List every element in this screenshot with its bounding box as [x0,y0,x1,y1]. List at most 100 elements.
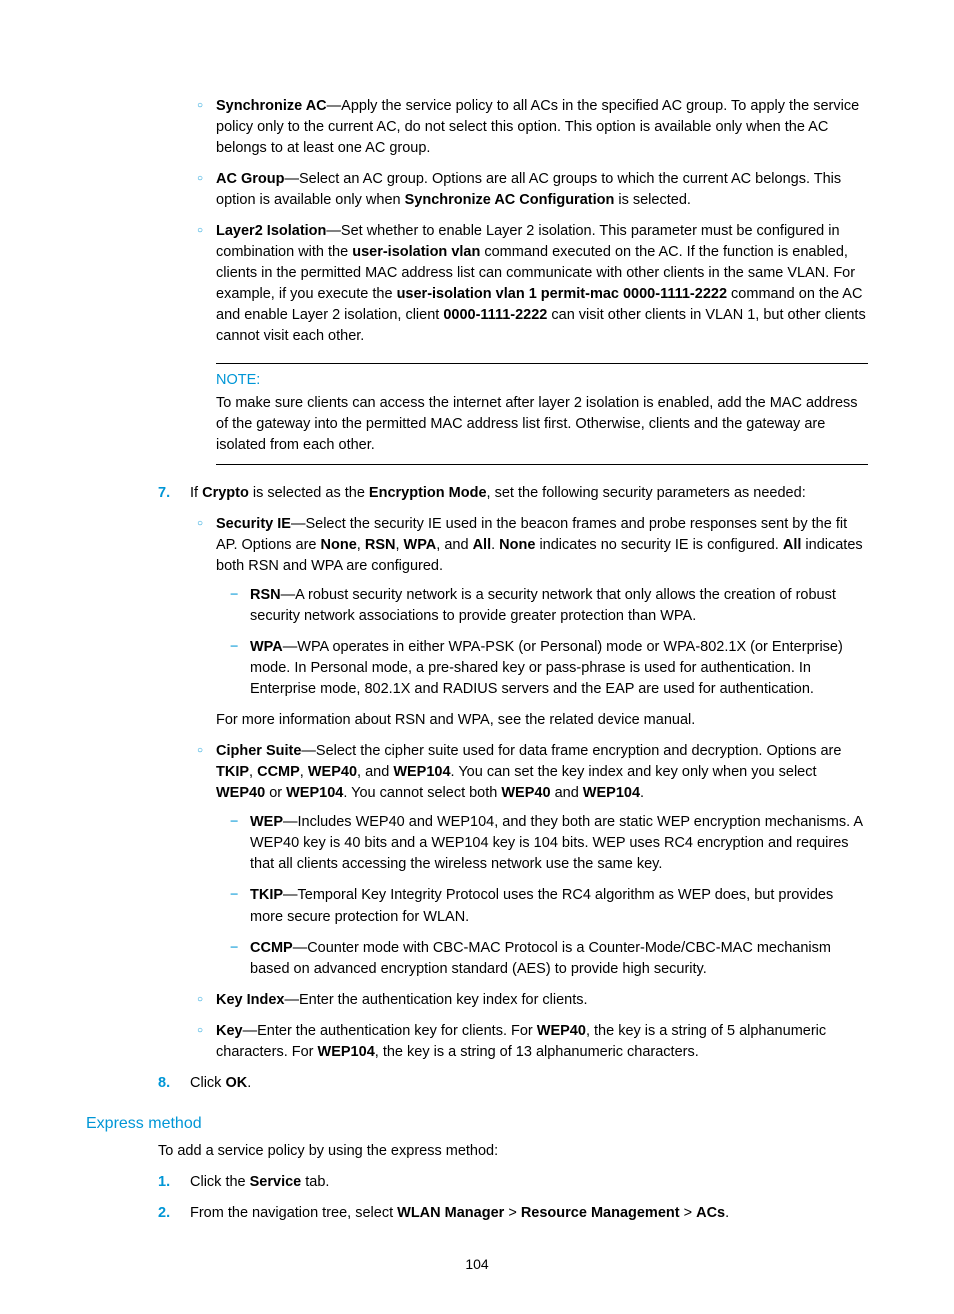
list-item: Layer2 Isolation—Set whether to enable L… [216,221,868,347]
body-text: , [249,764,257,780]
dash-list: RSN—A robust security network is a secur… [216,585,868,700]
inline-bold: WEP40 [501,785,550,801]
body-text: . [725,1205,729,1221]
step-number: 2. [158,1203,170,1224]
list-item-step-7: 7. If Crypto is selected as the Encrypti… [190,483,868,504]
list-item: WEP—Includes WEP40 and WEP104, and they … [250,812,868,875]
term-label: Synchronize AC [216,98,327,114]
body-text: —Select the cipher suite used for data f… [301,743,841,759]
list-item: TKIP—Temporal Key Integrity Protocol use… [250,885,868,927]
step-number: 7. [158,483,170,504]
inline-bold: OK [225,1075,247,1091]
term-label: Cipher Suite [216,743,301,759]
term-label: Layer2 Isolation [216,223,326,239]
body-text: From the navigation tree, select [190,1205,397,1221]
body-text: and [551,785,583,801]
inline-bold: WEP40 [308,764,357,780]
list-item: Security IE—Select the security IE used … [216,514,868,700]
body-text: tab. [301,1174,329,1190]
body-text: , and [436,537,472,553]
body-text: is selected. [614,192,691,208]
inline-bold: 0000-1111-2222 [443,307,547,323]
term-label: Security IE [216,516,291,532]
inline-bold: Encryption Mode [369,485,487,501]
inline-bold: WEP104 [393,764,450,780]
sub-bullet-list: Cipher Suite—Select the cipher suite use… [86,741,868,1062]
document-page: Synchronize AC—Apply the service policy … [0,0,954,1314]
body-paragraph: For more information about RSN and WPA, … [86,710,868,731]
inline-bold: None [321,537,357,553]
inline-bold: WEP40 [537,1023,586,1039]
inline-bold: WEP104 [286,785,343,801]
body-text: . [247,1075,251,1091]
list-item-step-8: 8. Click OK. [190,1073,868,1094]
body-text: —Counter mode with CBC-MAC Protocol is a… [250,940,831,977]
body-text: > [504,1205,521,1221]
body-text: . You can set the key index and key only… [451,764,817,780]
body-text: . You cannot select both [343,785,501,801]
section-heading-express-method: Express method [86,1112,868,1135]
list-item: WPA—WPA operates in either WPA-PSK (or P… [250,637,868,700]
inline-bold: WPA [404,537,437,553]
numbered-list: 1. Click the Service tab. 2. From the na… [86,1172,868,1224]
term-label: TKIP [250,887,283,903]
inline-bold: TKIP [216,764,249,780]
inline-bold: Resource Management [521,1205,680,1221]
body-text: Click [190,1075,225,1091]
body-text: —Enter the authentication key index for … [285,992,588,1008]
body-text: —A robust security network is a security… [250,587,836,624]
page-number: 104 [86,1254,868,1274]
term-label: CCMP [250,940,293,956]
term-label: Key Index [216,992,285,1008]
inline-bold: RSN [365,537,396,553]
dash-list: WEP—Includes WEP40 and WEP104, and they … [216,812,868,979]
note-callout: NOTE: To make sure clients can access th… [216,363,868,465]
inline-bold: WLAN Manager [397,1205,504,1221]
body-text: , [395,537,403,553]
term-label: RSN [250,587,281,603]
numbered-list: 8. Click OK. [86,1073,868,1094]
inline-bold: user-isolation vlan [352,244,480,260]
body-text: > [680,1205,697,1221]
term-label: AC Group [216,171,284,187]
body-text: . [640,785,644,801]
body-text: , and [357,764,393,780]
list-item: RSN—A robust security network is a secur… [250,585,868,627]
body-text: , [300,764,308,780]
body-text: —Includes WEP40 and WEP104, and they bot… [250,814,862,872]
numbered-list: 7. If Crypto is selected as the Encrypti… [86,483,868,504]
inline-bold: All [473,537,492,553]
list-item: Synchronize AC—Apply the service policy … [216,96,868,159]
list-item: CCMP—Counter mode with CBC-MAC Protocol … [250,938,868,980]
inline-bold: Crypto [202,485,249,501]
body-text: . [491,537,499,553]
inline-bold: None [499,537,535,553]
body-paragraph: To add a service policy by using the exp… [86,1141,868,1162]
list-item: Key Index—Enter the authentication key i… [216,990,868,1011]
body-text: , [357,537,365,553]
inline-bold: CCMP [257,764,300,780]
inline-bold: WEP40 [216,785,265,801]
list-item: Key—Enter the authentication key for cli… [216,1021,868,1063]
list-item: AC Group—Select an AC group. Options are… [216,169,868,211]
body-text: —Temporal Key Integrity Protocol uses th… [250,887,833,924]
sub-bullet-list: Security IE—Select the security IE used … [86,514,868,700]
inline-bold: WEP104 [583,785,640,801]
inline-bold: Synchronize AC Configuration [405,192,615,208]
inline-bold: WEP104 [318,1044,375,1060]
list-item: Cipher Suite—Select the cipher suite use… [216,741,868,979]
body-text: , set the following security parameters … [487,485,806,501]
body-text: indicates no security IE is configured. [535,537,782,553]
inline-bold: Service [250,1174,302,1190]
note-title: NOTE: [216,370,868,391]
inline-bold: user-isolation vlan 1 permit-mac 0000-11… [397,286,727,302]
body-text: —Enter the authentication key for client… [243,1023,537,1039]
term-label: WEP [250,814,283,830]
list-item-step-1: 1. Click the Service tab. [190,1172,868,1193]
body-text: or [265,785,286,801]
step-number: 1. [158,1172,170,1193]
body-text: If [190,485,202,501]
step-number: 8. [158,1073,170,1094]
sub-bullet-list: Synchronize AC—Apply the service policy … [86,96,868,347]
body-text: , the key is a string of 13 alphanumeric… [375,1044,699,1060]
